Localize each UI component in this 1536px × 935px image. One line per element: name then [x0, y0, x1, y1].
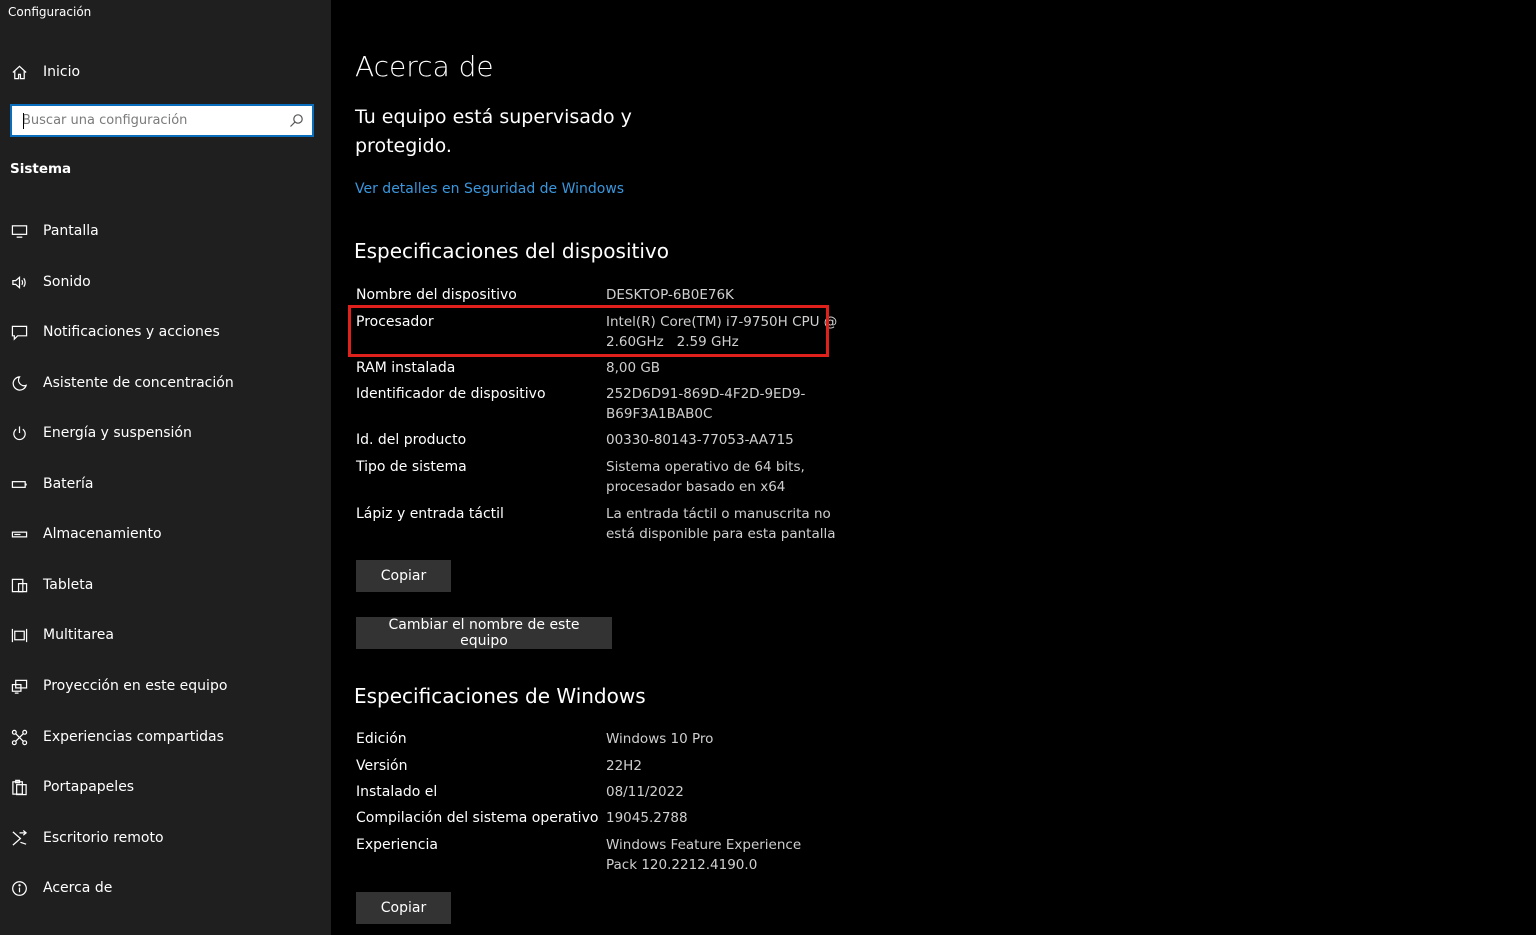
sidebar-item-label: Batería	[43, 476, 94, 492]
sidebar-item-proyeccion[interactable]: Proyección en este equipo	[0, 668, 331, 704]
battery-icon	[10, 475, 28, 493]
spec-label: Instalado el	[356, 784, 438, 800]
spec-label: RAM instalada	[356, 360, 456, 376]
spec-label: Versión	[356, 758, 408, 774]
spec-value: 08/11/2022	[606, 784, 684, 800]
spec-label: Compilación del sistema operativo	[356, 810, 599, 826]
spec-label: Tipo de sistema	[356, 459, 467, 475]
notification-icon	[10, 323, 28, 341]
spec-label: Procesador	[356, 314, 434, 330]
spec-value: 252D6D91-869D-4F2D-9ED9-B69F3A1BAB0C	[606, 386, 806, 422]
sidebar-item-multitarea[interactable]: Multitarea	[0, 617, 331, 653]
spec-label: Experiencia	[356, 837, 438, 853]
speaker-icon	[10, 273, 28, 291]
device-specs-heading: Especificaciones del dispositivo	[354, 239, 669, 263]
storage-icon	[10, 525, 28, 543]
home-icon	[10, 63, 28, 81]
search-box[interactable]	[10, 104, 314, 137]
section-title: Sistema	[10, 161, 72, 177]
spec-label: Lápiz y entrada táctil	[356, 506, 504, 522]
rename-pc-button[interactable]: Cambiar el nombre de este equipo	[356, 617, 612, 649]
sidebar-item-pantalla[interactable]: Pantalla	[0, 213, 331, 249]
sidebar-item-label: Pantalla	[43, 223, 99, 239]
spec-label: Identificador de dispositivo	[356, 386, 546, 402]
sidebar-item-label: Tableta	[43, 577, 94, 593]
spec-value-processor: Intel(R) Core(TM) i7-9750H CPU @ 2.60GHz…	[606, 314, 842, 350]
display-icon	[10, 222, 28, 240]
spec-label: Id. del producto	[356, 432, 467, 448]
sidebar-item-tableta[interactable]: Tableta	[0, 567, 331, 603]
page-title: Acerca de	[355, 50, 494, 83]
remote-desktop-icon	[10, 829, 28, 847]
search-input[interactable]	[12, 106, 282, 135]
nav-home-label: Inicio	[43, 64, 81, 80]
spec-value: 00330-80143-77053-AA715	[606, 432, 794, 448]
spec-value: DESKTOP-6B0E76K	[606, 287, 734, 303]
sidebar-item-sonido[interactable]: Sonido	[0, 264, 331, 300]
projection-icon	[10, 677, 28, 695]
sidebar-item-label: Escritorio remoto	[43, 830, 164, 846]
spec-value: Windows 10 Pro	[606, 731, 714, 747]
sidebar-item-bateria[interactable]: Batería	[0, 466, 331, 502]
multitask-icon	[10, 626, 28, 644]
copy-windows-specs-button[interactable]: Copiar	[356, 892, 451, 924]
sidebar-item-label: Asistente de concentración	[43, 375, 234, 391]
search-icon[interactable]	[289, 113, 304, 128]
info-icon	[10, 879, 28, 897]
sidebar-item-almacenamiento[interactable]: Almacenamiento	[0, 516, 331, 552]
sidebar-item-escritorio-remoto[interactable]: Escritorio remoto	[0, 820, 331, 856]
spec-label: Nombre del dispositivo	[356, 287, 517, 303]
spec-label: Edición	[356, 731, 407, 747]
spec-value: La entrada táctil o manuscrita no está d…	[606, 506, 836, 542]
spec-value: Sistema operativo de 64 bits, procesador…	[606, 459, 805, 495]
sidebar-item-experiencias[interactable]: Experiencias compartidas	[0, 719, 331, 755]
sidebar-item-label: Proyección en este equipo	[43, 678, 228, 694]
power-icon	[10, 424, 28, 442]
spec-value: 8,00 GB	[606, 360, 661, 376]
spec-value: 19045.2788	[606, 810, 688, 826]
sidebar-item-label: Portapapeles	[43, 779, 135, 795]
security-link[interactable]: Ver detalles en Seguridad de Windows	[355, 181, 624, 197]
main-content: Acerca de Tu equipo está supervisado y p…	[331, 0, 1536, 935]
copy-device-specs-button[interactable]: Copiar	[356, 560, 451, 592]
sidebar-item-label: Almacenamiento	[43, 526, 162, 542]
sidebar-item-label: Acerca de	[43, 880, 113, 896]
sidebar-item-notificaciones[interactable]: Notificaciones y acciones	[0, 314, 331, 350]
spec-value: 22H2	[606, 758, 642, 774]
app-title: Configuración	[8, 5, 92, 19]
sidebar-item-label: Sonido	[43, 274, 91, 290]
nav-home[interactable]: Inicio	[0, 56, 331, 88]
tablet-icon	[10, 576, 28, 594]
spec-value: Windows Feature Experience Pack 120.2212…	[606, 837, 802, 873]
protection-status: Tu equipo está supervisado y protegido.	[355, 106, 632, 157]
shared-icon	[10, 728, 28, 746]
sidebar-item-label: Energía y suspensión	[43, 425, 192, 441]
text-caret	[23, 113, 24, 129]
sidebar-item-label: Notificaciones y acciones	[43, 324, 220, 340]
sidebar-item-label: Experiencias compartidas	[43, 729, 224, 745]
sidebar-item-asistente[interactable]: Asistente de concentración	[0, 365, 331, 401]
sidebar-item-acerca-de[interactable]: Acerca de	[0, 870, 331, 906]
moon-icon	[10, 374, 28, 392]
sidebar-item-label: Multitarea	[43, 627, 114, 643]
clipboard-icon	[10, 778, 28, 796]
sidebar: Configuración Inicio Sistema Pantalla So…	[0, 0, 331, 935]
windows-specs-heading: Especificaciones de Windows	[354, 684, 646, 708]
sidebar-item-portapapeles[interactable]: Portapapeles	[0, 769, 331, 805]
sidebar-item-energia[interactable]: Energía y suspensión	[0, 415, 331, 451]
